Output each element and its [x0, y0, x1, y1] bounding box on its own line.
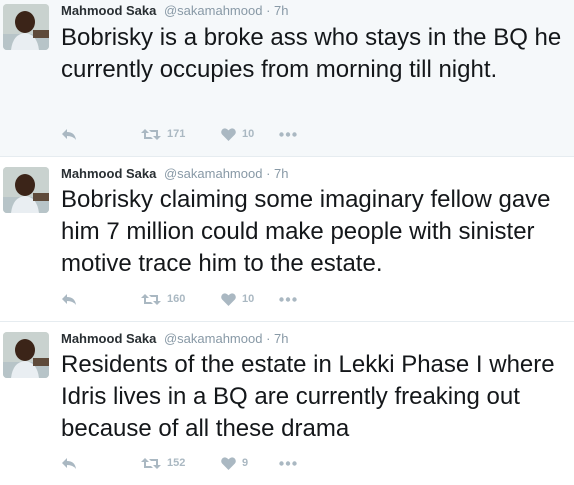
retweet-button[interactable]: 171: [141, 128, 221, 141]
tweet-text: Bobrisky claiming some imaginary fellow …: [61, 186, 551, 277]
tweet-text: Residents of the estate in Lekki Phase I…: [61, 351, 555, 442]
reply-button[interactable]: [61, 128, 141, 141]
heart-icon: [221, 292, 236, 306]
tweet[interactable]: Mahmood Saka @sakamahmood · 7h Residents…: [0, 322, 574, 485]
retweet-button[interactable]: 152: [141, 457, 221, 470]
reply-button[interactable]: [61, 293, 141, 306]
author-handle[interactable]: @sakamahmood: [164, 3, 262, 18]
avatar[interactable]: [3, 167, 49, 213]
author-name[interactable]: Mahmood Saka: [61, 166, 156, 181]
avatar[interactable]: [3, 4, 49, 50]
retweet-icon: [141, 457, 161, 469]
like-count: 10: [242, 128, 255, 140]
reply-icon: [62, 128, 76, 140]
reply-button[interactable]: [61, 457, 141, 470]
like-button[interactable]: 10: [221, 292, 279, 306]
retweet-count: 160: [167, 293, 186, 305]
separator: ·: [266, 166, 271, 181]
like-button[interactable]: 9: [221, 456, 279, 470]
avatar-image: [3, 332, 49, 378]
like-count: 10: [242, 293, 255, 305]
retweet-icon: [141, 293, 161, 305]
separator: ·: [266, 3, 271, 18]
tweet-feed: Mahmood Saka @sakamahmood · 7h Bobrisky …: [0, 0, 574, 485]
author-name[interactable]: Mahmood Saka: [61, 331, 156, 346]
retweet-count: 152: [167, 457, 186, 469]
avatar[interactable]: [3, 332, 49, 378]
retweet-icon: [141, 128, 161, 140]
timestamp[interactable]: 7h: [274, 166, 288, 181]
timestamp[interactable]: 7h: [274, 331, 288, 346]
tweet[interactable]: Mahmood Saka @sakamahmood · 7h Bobrisky …: [0, 157, 574, 322]
retweet-count: 171: [167, 128, 186, 140]
more-dots-icon: [279, 296, 297, 302]
more-button[interactable]: [279, 296, 297, 302]
like-button[interactable]: 10: [221, 127, 279, 141]
like-count: 9: [242, 457, 249, 469]
timestamp[interactable]: 7h: [274, 3, 288, 18]
author-handle[interactable]: @sakamahmood: [164, 166, 262, 181]
separator: ·: [266, 331, 271, 346]
more-dots-icon: [279, 460, 297, 466]
more-button[interactable]: [279, 460, 297, 466]
avatar-image: [3, 4, 49, 50]
reply-icon: [62, 293, 76, 305]
retweet-button[interactable]: 160: [141, 293, 221, 306]
tweet[interactable]: Mahmood Saka @sakamahmood · 7h Bobrisky …: [0, 0, 574, 157]
more-dots-icon: [279, 131, 297, 137]
tweet-header: Mahmood Saka @sakamahmood · 7h: [61, 167, 289, 181]
avatar-image: [3, 167, 49, 213]
tweet-actions: 160 10: [61, 291, 297, 307]
more-button[interactable]: [279, 131, 297, 137]
heart-icon: [221, 127, 236, 141]
tweet-actions: 152 9: [61, 455, 297, 471]
reply-icon: [62, 457, 76, 469]
heart-icon: [221, 456, 236, 470]
author-name[interactable]: Mahmood Saka: [61, 3, 156, 18]
tweet-header: Mahmood Saka @sakamahmood · 7h: [61, 332, 289, 346]
author-handle[interactable]: @sakamahmood: [164, 331, 262, 346]
tweet-actions: 171 10: [61, 126, 297, 142]
tweet-header: Mahmood Saka @sakamahmood · 7h: [61, 4, 289, 18]
tweet-text: Bobrisky is a broke ass who stays in the…: [61, 24, 562, 83]
